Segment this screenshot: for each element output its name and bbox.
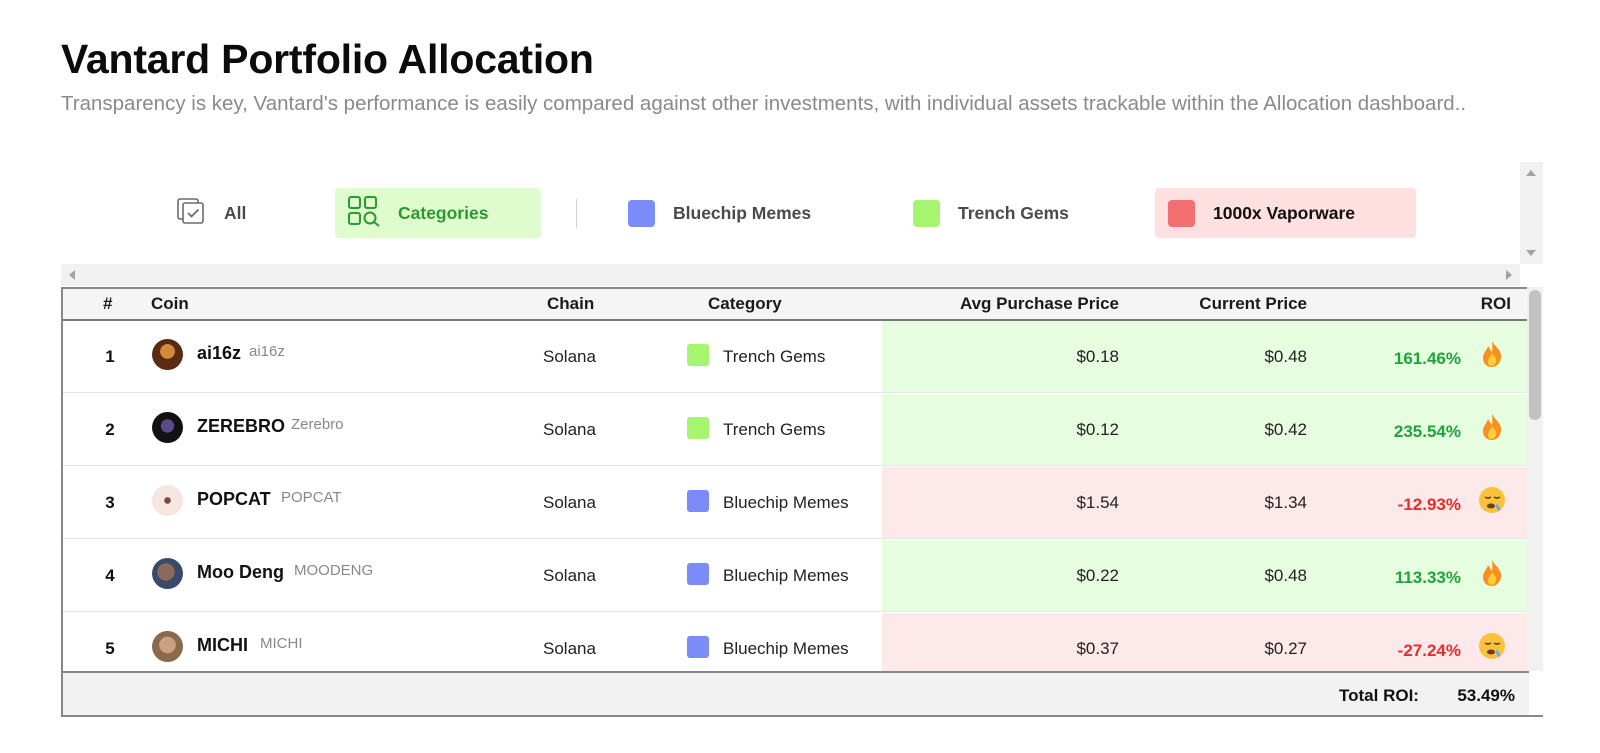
- column-header-roi[interactable]: ROI: [1443, 294, 1511, 314]
- row-number: 4: [105, 566, 115, 585]
- avg-purchase-price: $0.37: [1076, 639, 1119, 658]
- table-row[interactable]: 5 MICHI MICHI Solana Bluechip Memes $0.3…: [63, 613, 1529, 671]
- scroll-down-arrow-icon[interactable]: [1526, 250, 1536, 256]
- category-swatch: [687, 417, 709, 439]
- category-label: Trench Gems: [723, 420, 826, 439]
- table-row[interactable]: 1 ai16z ai16z Solana Trench Gems $0.18 $…: [63, 321, 1529, 393]
- filter-bar-scrollbar[interactable]: [1520, 162, 1543, 264]
- bluechip-swatch: [628, 199, 655, 227]
- scroll-up-arrow-icon[interactable]: [1526, 170, 1536, 176]
- category-swatch: [687, 563, 709, 585]
- chain-label: Solana: [543, 639, 596, 658]
- popcat-avatar: [152, 485, 183, 516]
- current-price: $0.48: [1264, 566, 1307, 585]
- row-number: 3: [105, 493, 115, 512]
- coin-ticker: MOODENG: [294, 562, 374, 579]
- row-number: 2: [105, 420, 115, 439]
- current-price: $0.48: [1264, 347, 1307, 366]
- current-price: $0.42: [1264, 420, 1307, 439]
- category-label: Bluechip Memes: [723, 639, 849, 658]
- michi-avatar: [152, 631, 183, 662]
- chain-label: Solana: [543, 493, 596, 512]
- filter-trench-label: Trench Gems: [958, 202, 1069, 223]
- filter-categories-label: Categories: [398, 202, 489, 223]
- ai16z-avatar: [152, 339, 183, 370]
- filter-divider: [576, 199, 577, 228]
- trench-swatch: [913, 199, 940, 227]
- total-roi-label: Total ROI:: [1339, 686, 1419, 705]
- checkbox-stack-icon: [176, 197, 206, 230]
- roi-value: -27.24%: [1397, 641, 1461, 660]
- chain-label: Solana: [543, 347, 596, 366]
- category-swatch: [687, 490, 709, 512]
- avg-purchase-price: $0.18: [1076, 347, 1119, 366]
- table-header: # Coin Chain Category Avg Purchase Price…: [63, 289, 1529, 321]
- coin-name: ai16z: [197, 343, 242, 363]
- coin-name: ZEREBRO: [197, 416, 286, 436]
- column-header-avg-purchase-price[interactable]: Avg Purchase Price: [923, 294, 1119, 314]
- filter-all-button[interactable]: All: [176, 188, 286, 238]
- current-price: $1.34: [1264, 493, 1307, 512]
- coin-ticker: ai16z: [249, 343, 285, 360]
- column-header-coin[interactable]: Coin: [151, 294, 189, 314]
- page-subtitle: Transparency is key, Vantard's performan…: [61, 92, 1467, 115]
- filter-categories-button[interactable]: Categories: [335, 188, 541, 238]
- avg-purchase-price: $1.54: [1076, 493, 1119, 512]
- roi-value: -12.93%: [1397, 495, 1461, 514]
- roi-value: 113.33%: [1394, 568, 1461, 587]
- coin-ticker: Zerebro: [291, 416, 344, 433]
- filter-trench-button[interactable]: Trench Gems: [912, 188, 1112, 238]
- filter-vapor-button[interactable]: 1000x Vaporware: [1155, 188, 1416, 238]
- sleepy-face-icon: [1477, 485, 1507, 515]
- avg-purchase-price: $0.22: [1076, 566, 1119, 585]
- page-title: Vantard Portfolio Allocation: [61, 36, 594, 82]
- scroll-left-arrow-icon[interactable]: [69, 270, 75, 280]
- fire-icon: [1477, 339, 1507, 369]
- filter-vapor-label: 1000x Vaporware: [1213, 202, 1356, 223]
- roi-value: 235.54%: [1393, 422, 1461, 441]
- category-swatch: [687, 636, 709, 658]
- category-label: Bluechip Memes: [723, 566, 849, 585]
- allocation-table: # Coin Chain Category Avg Purchase Price…: [61, 287, 1543, 717]
- filter-all-label: All: [224, 202, 247, 223]
- table-footer: Total ROI: 53.49%: [63, 671, 1529, 715]
- column-header-number[interactable]: #: [103, 294, 112, 314]
- coin-name: Moo Deng: [197, 562, 284, 582]
- filter-bluechip-button[interactable]: Bluechip Memes: [627, 188, 857, 238]
- vapor-swatch: [1168, 199, 1195, 227]
- coin-ticker: POPCAT: [281, 489, 342, 506]
- column-header-category[interactable]: Category: [708, 294, 782, 314]
- table-row[interactable]: 3 POPCAT POPCAT Solana Bluechip Memes $1…: [63, 467, 1529, 539]
- scrollbar-thumb[interactable]: [1529, 290, 1541, 420]
- row-number: 5: [105, 639, 115, 658]
- total-roi-value: 53.49%: [1457, 686, 1515, 705]
- coin-name: POPCAT: [197, 489, 271, 509]
- fire-icon: [1477, 558, 1507, 588]
- category-label: Bluechip Memes: [723, 493, 849, 512]
- column-header-chain[interactable]: Chain: [547, 294, 594, 314]
- fire-icon: [1477, 412, 1507, 442]
- chain-label: Solana: [543, 566, 596, 585]
- current-price: $0.27: [1264, 639, 1307, 658]
- table-row[interactable]: 2 ZEREBRO Zerebro Solana Trench Gems $0.…: [63, 394, 1529, 466]
- column-header-current-price[interactable]: Current Price: [1143, 294, 1307, 314]
- zerebro-avatar: [152, 412, 183, 443]
- sleepy-face-icon: [1477, 631, 1507, 661]
- category-grid-search-icon: [347, 195, 381, 232]
- coin-ticker: MICHI: [260, 635, 303, 652]
- coin-name: MICHI: [197, 635, 248, 655]
- chain-label: Solana: [543, 420, 596, 439]
- table-row[interactable]: 4 Moo Deng MOODENG Solana Bluechip Memes…: [63, 540, 1529, 612]
- table-vertical-scrollbar[interactable]: [1527, 287, 1543, 671]
- avg-purchase-price: $0.12: [1076, 420, 1119, 439]
- category-label: Trench Gems: [723, 347, 826, 366]
- table-horizontal-scrollbar[interactable]: [61, 264, 1520, 286]
- row-number: 1: [105, 347, 115, 366]
- moodeng-avatar: [152, 558, 183, 589]
- filter-bluechip-label: Bluechip Memes: [673, 202, 812, 223]
- category-swatch: [687, 344, 709, 366]
- scroll-right-arrow-icon[interactable]: [1506, 270, 1512, 280]
- roi-value: 161.46%: [1393, 349, 1461, 368]
